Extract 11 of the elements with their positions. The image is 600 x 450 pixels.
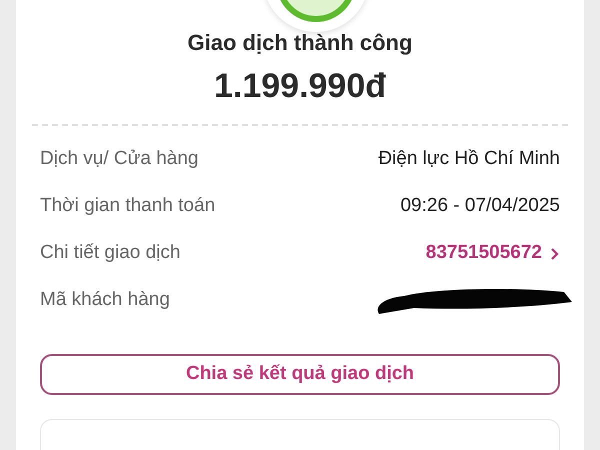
detail-label: Dịch vụ/ Cửa hàng xyxy=(40,147,198,172)
detail-label: Mã khách hàng xyxy=(40,288,170,312)
transaction-link[interactable]: 83751505672 xyxy=(426,239,560,268)
share-button[interactable]: Chia sẻ kết quả giao dịch xyxy=(40,354,560,396)
detail-label: Thời gian thanh toán xyxy=(40,194,216,218)
amount: 1.199.990đ xyxy=(214,66,386,108)
chevron-icon xyxy=(550,246,560,261)
detail-label: Chi tiết giao dịch xyxy=(40,241,180,266)
detail-value: Điện lực Hồ Chí Minh xyxy=(378,147,560,172)
status-title: Giao dịch thành công xyxy=(188,29,412,58)
detail-value: 09:26 - 07/04/2025 xyxy=(400,194,560,218)
